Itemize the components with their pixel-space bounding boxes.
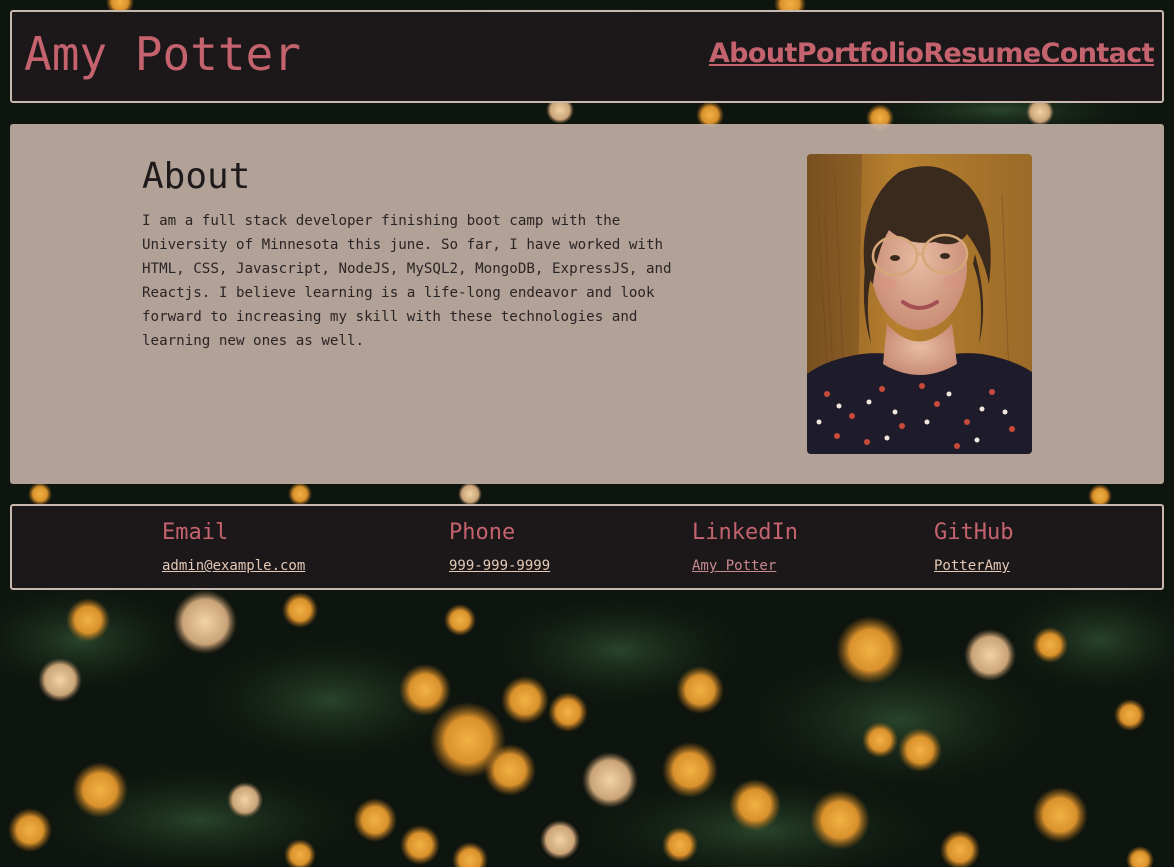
github-link[interactable]: PotterAmy	[934, 557, 1010, 575]
contact-linkedin: LinkedIn Amy Potter	[692, 519, 798, 575]
phone-label: Phone	[449, 520, 516, 545]
contact-email: Email admin@example.com	[162, 519, 305, 575]
email-label: Email	[162, 520, 229, 545]
nav-link-portfolio[interactable]: Portfolio	[797, 38, 924, 70]
linkedin-label: LinkedIn	[692, 520, 798, 545]
site-title: Amy Potter	[24, 27, 301, 81]
profile-photo	[807, 154, 1032, 454]
site-header: Amy Potter About Portfolio Resume Contac…	[10, 10, 1164, 103]
about-heading: About	[142, 156, 251, 197]
phone-link[interactable]: 999-999-9999	[449, 557, 550, 575]
nav-link-about[interactable]: About	[709, 38, 798, 70]
linkedin-link[interactable]: Amy Potter	[692, 557, 776, 575]
email-link[interactable]: admin@example.com	[162, 557, 305, 575]
github-label: GitHub	[934, 520, 1014, 545]
main-nav: About Portfolio Resume Contact	[709, 38, 1155, 70]
contact-phone: Phone 999-999-9999	[449, 519, 550, 575]
nav-link-contact[interactable]: Contact	[1041, 38, 1155, 70]
contact-footer: Email admin@example.com Phone 999-999-99…	[10, 504, 1164, 590]
nav-link-resume[interactable]: Resume	[923, 38, 1041, 70]
about-section: About I am a full stack developer finish…	[10, 124, 1164, 484]
contact-github: GitHub PotterAmy	[934, 519, 1013, 575]
about-text: I am a full stack developer finishing bo…	[142, 213, 672, 349]
